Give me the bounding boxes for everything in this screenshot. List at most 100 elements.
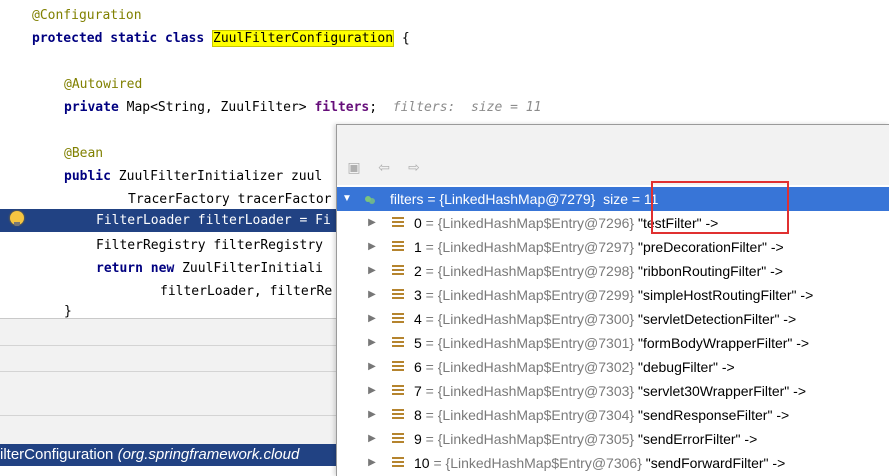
entry-key: "sendForwardFilter" [641, 455, 769, 471]
entry-arrow: -> [792, 335, 810, 351]
map-entry-icon [392, 289, 404, 301]
tree-entry-row[interactable]: ▶ 8 = {LinkedHashMap$Entry@7304} "sendRes… [337, 403, 889, 427]
entry-label: 1 = {LinkedHashMap$Entry@7297} "preDecor… [414, 235, 784, 259]
entry-key: "formBodyWrapperFilter" [634, 335, 793, 351]
entry-arrow: -> [717, 359, 735, 375]
tree-entry-row[interactable]: ▶ 7 = {LinkedHashMap$Entry@7303} "servlet… [337, 379, 889, 403]
entry-ref: = {LinkedHashMap$Entry@7305} [421, 431, 635, 447]
tree-entry-row[interactable]: ▶ 9 = {LinkedHashMap$Entry@7305} "sendErr… [337, 427, 889, 451]
entry-key: "servletDetectionFilter" [634, 311, 780, 327]
expand-arrow-icon[interactable]: ▶ [367, 331, 377, 355]
code-line: protected static class ZuulFilterConfigu… [0, 27, 889, 50]
code-line: @Configuration [0, 4, 889, 27]
entry-ref: = {LinkedHashMap$Entry@7298} [421, 263, 635, 279]
field-icon [365, 195, 375, 204]
root-value: filters = {LinkedHashMap@7279} [390, 191, 596, 207]
tree-entry-row[interactable]: ▶ 4 = {LinkedHashMap$Entry@7300} "servlet… [337, 307, 889, 331]
tree-entry-row[interactable]: ▶ 1 = {LinkedHashMap$Entry@7297} "preDeco… [337, 235, 889, 259]
expand-arrow-icon[interactable]: ▶ [367, 307, 377, 331]
map-entry-icon [392, 241, 404, 253]
annotation-text: @Autowired [64, 77, 143, 92]
entry-ref: = {LinkedHashMap$Entry@7304} [421, 407, 635, 423]
code-text: Map<String, ZuulFilter> [118, 100, 315, 115]
expand-arrow-icon[interactable]: ▶ [367, 235, 377, 259]
map-entry-icon [392, 337, 404, 349]
field-name: filters [314, 100, 370, 115]
class-label: ilterConfiguration [0, 446, 114, 463]
collapse-arrow-icon[interactable]: ▼ [342, 187, 352, 211]
entry-key: "ribbonRoutingFilter" [634, 263, 767, 279]
keyword: new [150, 261, 175, 276]
folder-icon[interactable]: ▣ [345, 161, 363, 175]
entry-label: 5 = {LinkedHashMap$Entry@7301} "formBody… [414, 331, 809, 355]
tree-entry-row[interactable]: ▶ 5 = {LinkedHashMap$Entry@7301} "formBod… [337, 331, 889, 355]
expand-arrow-icon[interactable]: ▶ [367, 403, 377, 427]
tree-root-row[interactable]: ▼ filters = {LinkedHashMap@7279} size = … [337, 187, 889, 211]
entry-label: 4 = {LinkedHashMap$Entry@7300} "servletD… [414, 307, 796, 331]
annotation-text: @Bean [64, 146, 104, 161]
tree-entry-row[interactable]: ▶ 10 = {LinkedHashMap$Entry@7306} "sendFo… [337, 451, 889, 475]
expand-arrow-icon[interactable]: ▶ [367, 355, 377, 379]
entry-index: 10 [414, 455, 430, 471]
entry-key: "sendErrorFilter" [634, 431, 741, 447]
map-entry-icon [392, 457, 404, 469]
code-text: FilterRegistry filterRegistry [96, 238, 331, 253]
forward-arrow-icon[interactable]: ⇨ [405, 161, 423, 175]
entry-ref: = {LinkedHashMap$Entry@7296} [421, 215, 635, 231]
keyword: protected static class [32, 31, 205, 46]
entry-ref: = {LinkedHashMap$Entry@7302} [421, 359, 635, 375]
annotation-red-box [651, 181, 789, 234]
expand-arrow-icon[interactable]: ▶ [367, 451, 377, 475]
code-text: filterLoader, filterRe [160, 284, 333, 299]
entry-arrow: -> [796, 287, 814, 303]
entry-arrow: -> [772, 407, 790, 423]
tree-entry-row[interactable]: ▶ 0 = {LinkedHashMap$Entry@7296} "testFil… [337, 211, 889, 235]
class-name-highlight[interactable]: ZuulFilterConfiguration [212, 30, 395, 47]
entry-ref: = {LinkedHashMap$Entry@7303} [421, 383, 635, 399]
selected-structure-item[interactable]: ilterConfiguration (org.springframework.… [0, 444, 336, 466]
map-entry-icon [392, 217, 404, 229]
map-entry-icon [392, 409, 404, 421]
lightbulb-icon[interactable] [10, 211, 24, 226]
tree-entry-row[interactable]: ▶ 6 = {LinkedHashMap$Entry@7302} "debugFi… [337, 355, 889, 379]
entry-index: 8 [414, 407, 422, 423]
entry-key: "simpleHostRoutingFilter" [634, 287, 797, 303]
divider [0, 415, 336, 416]
entry-key: "sendResponseFilter" [634, 407, 773, 423]
keyword: public [64, 169, 111, 184]
code-text: FilterLoader filterLoader = Fi [96, 213, 331, 228]
debug-evaluate-popup[interactable]: ▣ ⇦ ⇨ ▼ filters = {LinkedHashMap@7279} s… [336, 124, 889, 476]
entry-arrow: -> [766, 263, 783, 279]
tree-entry-row[interactable]: ▶ 3 = {LinkedHashMap$Entry@7299} "simpleH… [337, 283, 889, 307]
expand-arrow-icon[interactable]: ▶ [367, 259, 377, 283]
tree-root-label: filters = {LinkedHashMap@7279} size = 11 [390, 187, 658, 211]
keyword: private [64, 100, 119, 115]
entry-index: 2 [414, 263, 422, 279]
entry-arrow: -> [740, 431, 758, 447]
code-line: @Autowired [0, 73, 889, 96]
expand-arrow-icon[interactable]: ▶ [367, 379, 377, 403]
code-text: ; [369, 100, 378, 115]
expand-arrow-icon[interactable]: ▶ [367, 283, 377, 307]
annotation-text: @Configuration [32, 8, 142, 23]
entry-arrow: -> [768, 455, 786, 471]
entry-index: 9 [414, 431, 422, 447]
expand-arrow-icon[interactable]: ▶ [367, 427, 377, 451]
map-entry-icon [392, 313, 404, 325]
entry-index: 1 [414, 239, 422, 255]
divider [0, 345, 336, 346]
entry-label: 7 = {LinkedHashMap$Entry@7303} "servlet3… [414, 379, 806, 403]
inline-debug-hint: filters: size = 11 [392, 100, 542, 115]
structure-panel: ilterConfiguration (org.springframework.… [0, 318, 336, 476]
code-text: { [394, 31, 410, 46]
entry-ref: = {LinkedHashMap$Entry@7299} [421, 287, 635, 303]
entry-label: 10 = {LinkedHashMap$Entry@7306} "sendFor… [414, 451, 785, 475]
expand-arrow-icon[interactable]: ▶ [367, 211, 377, 235]
back-arrow-icon[interactable]: ⇦ [375, 161, 393, 175]
entry-arrow: -> [779, 311, 797, 327]
divider [0, 371, 336, 372]
code-text: ZuulFilterInitiali [174, 261, 323, 276]
keyword: return [96, 261, 143, 276]
tree-entry-row[interactable]: ▶ 2 = {LinkedHashMap$Entry@7298} "ribbonR… [337, 259, 889, 283]
code-line: private Map<String, ZuulFilter> filters;… [0, 96, 889, 119]
